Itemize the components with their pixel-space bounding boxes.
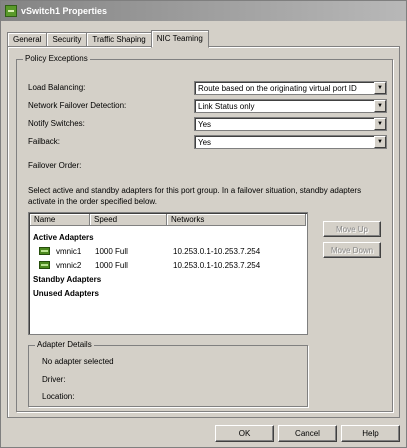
chevron-down-icon[interactable]: ▼ xyxy=(374,82,386,94)
active-adapters-heading[interactable]: Active Adapters xyxy=(33,233,94,242)
ok-button[interactable]: OK xyxy=(215,425,274,442)
failover-order-label: Failover Order: xyxy=(28,161,82,170)
failback-value: Yes xyxy=(198,137,212,147)
move-down-button[interactable]: Move Down xyxy=(323,242,381,258)
vswitch-properties-window: vSwitch1 Properties General Security Tra… xyxy=(0,0,407,448)
no-adapter-selected-text: No adapter selected xyxy=(42,357,114,366)
notify-switches-label: Notify Switches: xyxy=(28,119,85,128)
column-speed[interactable]: Speed xyxy=(90,214,167,225)
adapter-networks: 10.253.0.1-10.253.7.254 xyxy=(173,261,261,270)
notify-switches-value: Yes xyxy=(198,119,212,129)
load-balancing-value: Route based on the originating virtual p… xyxy=(198,83,357,93)
tab-security[interactable]: Security xyxy=(46,32,88,47)
adapter-name[interactable]: vmnic2 xyxy=(56,261,81,270)
adapter-networks: 10.253.0.1-10.253.7.254 xyxy=(173,247,261,256)
move-up-button[interactable]: Move Up xyxy=(323,221,381,237)
chevron-down-icon[interactable]: ▼ xyxy=(374,100,386,112)
adapter-list-header: Name Speed Networks xyxy=(30,214,306,226)
adapter-name[interactable]: vmnic1 xyxy=(56,247,81,256)
tab-general[interactable]: General xyxy=(7,32,48,47)
load-balancing-select[interactable]: Route based on the originating virtual p… xyxy=(194,81,387,95)
failback-select[interactable]: Yes ▼ xyxy=(194,135,387,149)
adapter-list[interactable]: Name Speed Networks Active Adapters vmni… xyxy=(28,212,308,335)
tab-nic-teaming[interactable]: NIC Teaming xyxy=(150,30,209,48)
failover-detection-label: Network Failover Detection: xyxy=(28,101,127,110)
window-title: vSwitch1 Properties xyxy=(21,6,108,16)
unused-adapters-heading[interactable]: Unused Adapters xyxy=(33,289,99,298)
chevron-down-icon[interactable]: ▼ xyxy=(374,136,386,148)
cancel-button[interactable]: Cancel xyxy=(278,425,337,442)
chevron-down-icon[interactable]: ▼ xyxy=(374,118,386,130)
failover-instructions: Select active and standby adapters for t… xyxy=(28,186,362,206)
title-bar[interactable]: vSwitch1 Properties xyxy=(1,1,406,21)
vswitch-icon xyxy=(5,5,17,17)
driver-label: Driver: xyxy=(42,375,66,384)
load-balancing-label: Load Balancing: xyxy=(28,83,86,92)
policy-exceptions-title: Policy Exceptions xyxy=(23,54,90,63)
help-button[interactable]: Help xyxy=(341,425,400,442)
adapter-details-title: Adapter Details xyxy=(35,340,94,349)
notify-switches-select[interactable]: Yes ▼ xyxy=(194,117,387,131)
policy-exceptions-group: Policy Exceptions Load Balancing: Route … xyxy=(16,54,393,412)
tab-traffic-shaping[interactable]: Traffic Shaping xyxy=(86,32,152,47)
nic-icon xyxy=(39,261,50,269)
standby-adapters-heading[interactable]: Standby Adapters xyxy=(33,275,101,284)
location-label: Location: xyxy=(42,392,75,401)
column-name[interactable]: Name xyxy=(30,214,90,225)
nic-icon xyxy=(39,247,50,255)
adapter-details-group: Adapter Details No adapter selected Driv… xyxy=(28,340,308,407)
failover-detection-value: Link Status only xyxy=(198,101,255,111)
tab-strip: General Security Traffic Shaping NIC Tea… xyxy=(7,29,209,48)
failback-label: Failback: xyxy=(28,137,61,146)
adapter-speed: 1000 Full xyxy=(95,261,128,270)
nic-teaming-panel: Policy Exceptions Load Balancing: Route … xyxy=(7,46,400,418)
adapter-speed: 1000 Full xyxy=(95,247,128,256)
column-networks[interactable]: Networks xyxy=(167,214,306,225)
failover-detection-select[interactable]: Link Status only ▼ xyxy=(194,99,387,113)
